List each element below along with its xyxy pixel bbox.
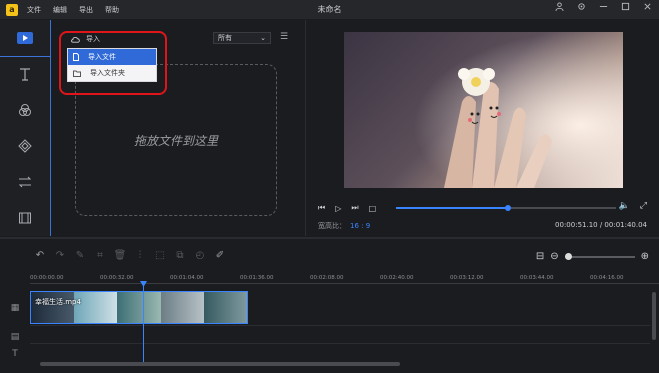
edit-icon[interactable]: ✎ xyxy=(70,250,90,261)
preview-panel: ⏮ ▷ ⏭ □ 🔈 ⤢ 宽高比： 16 : 9 00:00:51.10 / 00:… xyxy=(305,20,659,236)
app-logo: a xyxy=(6,3,18,16)
vertical-scrollbar[interactable] xyxy=(652,292,656,340)
text-icon xyxy=(20,68,30,81)
ruler-tick-label: 00:00:00.00 xyxy=(30,275,64,281)
ruler-tick-label: 00:03:12.00 xyxy=(450,275,484,281)
drop-zone-text: 拖放文件到这里 xyxy=(133,133,218,148)
rail-media[interactable] xyxy=(0,20,50,56)
total-time: 00:01:40.04 xyxy=(604,221,647,229)
ruler-tick-label: 00:02:40.00 xyxy=(380,275,414,281)
annotation-highlight xyxy=(59,31,167,95)
rail-overlay[interactable] xyxy=(0,128,50,164)
split-icon[interactable]: ⫶ xyxy=(130,250,150,261)
horizontal-scrollbar[interactable] xyxy=(40,362,400,366)
fullscreen-icon[interactable]: ⤢ xyxy=(640,201,647,211)
rail-filter[interactable] xyxy=(0,92,50,128)
timeline-divider xyxy=(0,237,659,239)
close-icon[interactable] xyxy=(641,2,653,14)
ruler-tick-label: 00:01:04.00 xyxy=(170,275,204,281)
menu-edit[interactable]: 编辑 xyxy=(53,5,67,15)
video-clip[interactable]: 幸福生活.mp4 xyxy=(30,291,248,324)
clip-thumbnail xyxy=(117,292,161,323)
preview-actions: 🔈 ⤢ xyxy=(619,201,647,211)
rail-transition[interactable] xyxy=(0,164,50,200)
transition-icon xyxy=(18,176,32,188)
zoom-crop-icon[interactable]: ⬚ xyxy=(150,250,170,261)
aspect-label: 宽高比： xyxy=(318,222,346,230)
logo-mark: a xyxy=(9,5,15,14)
stop-icon[interactable]: □ xyxy=(369,204,377,213)
prev-frame-icon[interactable]: ⏮ xyxy=(318,203,325,213)
playback-progress[interactable] xyxy=(396,205,616,211)
menu-file[interactable]: 文件 xyxy=(27,5,41,15)
list-view-icon[interactable]: ☰ xyxy=(280,32,288,42)
rail-element[interactable] xyxy=(0,200,50,236)
play-icon[interactable]: ▷ xyxy=(335,204,341,213)
current-time: 00:00:51.10 xyxy=(555,221,598,229)
freeze-icon[interactable]: ⧉ xyxy=(170,250,190,261)
video-preview xyxy=(344,32,623,188)
ruler-baseline xyxy=(30,283,659,284)
clip-thumbnail xyxy=(160,292,204,323)
text-track-icon: T xyxy=(12,349,18,359)
track-divider xyxy=(30,343,650,344)
menu-export[interactable]: 导出 xyxy=(79,5,93,15)
zoom-knob[interactable] xyxy=(564,252,572,260)
video-track-header: ▦ xyxy=(0,293,30,323)
media-icon xyxy=(17,32,33,44)
zoom-in-icon[interactable]: ⊕ xyxy=(641,251,649,262)
filter-icon xyxy=(19,104,31,116)
aspect-ratio: 宽高比： 16 : 9 xyxy=(318,221,370,231)
minimize-icon[interactable] xyxy=(597,2,609,14)
settings-icon[interactable] xyxy=(575,2,587,14)
ruler-tick-label: 00:00:32.00 xyxy=(100,275,134,281)
delete-icon[interactable]: 🗑 xyxy=(110,250,130,261)
tool-rail xyxy=(0,20,50,236)
time-display: 00:00:51.10 / 00:01:40.04 xyxy=(555,221,647,229)
progress-fill xyxy=(396,207,509,209)
ruler-tick-label: 00:02:08.00 xyxy=(310,275,344,281)
duration-icon[interactable]: ◴ xyxy=(190,250,210,261)
menu-help[interactable]: 帮助 xyxy=(105,5,119,15)
rail-active-underline xyxy=(0,56,50,57)
zoom-out-icon[interactable]: ⊖ xyxy=(550,251,558,262)
ruler-tick-label: 00:03:44.00 xyxy=(520,275,554,281)
timeline-ruler[interactable]: 00:00:00.00 00:00:32.00 00:01:04.00 00:01:3… xyxy=(30,270,659,288)
next-frame-icon[interactable]: ⏭ xyxy=(351,203,358,213)
ruler-tick-label: 00:01:36.00 xyxy=(240,275,274,281)
pen-icon[interactable]: ✐ xyxy=(210,250,230,261)
app-window: a 文件 编辑 导出 帮助 未命名 导入 所有 ⌄ ☰ 拖放文件到这里 导入文件… xyxy=(0,0,659,373)
zoom-slider[interactable] xyxy=(564,252,635,260)
track-divider xyxy=(30,325,650,326)
clip-name: 幸福生活.mp4 xyxy=(35,298,81,306)
undo-icon[interactable]: ↶ xyxy=(30,250,50,261)
window-controls xyxy=(553,2,653,14)
clip-thumbnail xyxy=(203,292,247,323)
rail-text[interactable] xyxy=(0,56,50,92)
volume-icon[interactable]: 🔈 xyxy=(619,201,630,211)
redo-icon[interactable]: ↷ xyxy=(50,250,70,261)
overlay-icon xyxy=(18,139,32,153)
video-track-icon: ▦ xyxy=(10,303,20,313)
filter-dropdown[interactable]: 所有 ⌄ xyxy=(213,32,271,44)
fit-icon[interactable]: ⊟ xyxy=(536,251,544,262)
text-track-header: T xyxy=(0,339,30,369)
filter-value: 所有 xyxy=(218,34,232,42)
ruler-tick-label: 00:04:16.00 xyxy=(590,275,624,281)
title-bar: a 文件 编辑 导出 帮助 未命名 xyxy=(0,0,659,19)
element-icon xyxy=(19,212,31,224)
zoom-controls: ⊟ ⊖ ⊕ xyxy=(536,251,649,262)
video-frame-image xyxy=(344,32,623,188)
user-icon[interactable] xyxy=(553,2,565,14)
menu-bar: 文件 编辑 导出 帮助 xyxy=(27,5,119,15)
aspect-value[interactable]: 16 : 9 xyxy=(350,222,370,230)
crop-icon[interactable]: ⌗ xyxy=(90,250,110,261)
playhead[interactable] xyxy=(143,284,144,362)
chevron-down-icon: ⌄ xyxy=(260,34,266,42)
maximize-icon[interactable] xyxy=(619,2,631,14)
